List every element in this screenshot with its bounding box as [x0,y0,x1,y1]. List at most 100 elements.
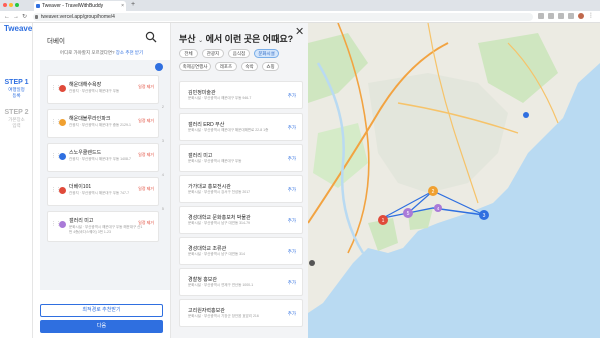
close-window-button[interactable] [3,3,7,7]
step-2[interactable]: STEP 2 가본장소 입력 [0,108,33,128]
add-place-button[interactable]: 추가 [288,187,296,193]
next-button[interactable]: 다음 [40,320,163,333]
chip-lodging[interactable]: 숙박 [241,62,258,71]
maximize-window-button[interactable] [15,3,19,7]
list-item[interactable]: 김민정미술관 문화시설 · 부산광역시 해운대구 우동 946-7 추가 [179,81,303,109]
chip-all[interactable]: 전체 [179,49,198,58]
add-place-button[interactable]: 추가 [288,249,296,255]
item-index: 2 [161,104,164,109]
remove-schedule-button[interactable]: 일정 제거 [138,152,154,158]
add-place-button[interactable]: 추가 [288,280,296,286]
step-label: 입력 [12,122,21,128]
app-root: Tweaver STEP 1 여행일정 등록 STEP 2 가본장소 입력 더베… [0,23,600,338]
list-item[interactable]: 고리원자력홍보관 문화시설 · 부산광역시 기장군 장안읍 효암리 216 추가 [179,299,303,327]
profile-avatar[interactable] [578,13,584,19]
add-place-button[interactable]: 추가 [288,93,296,99]
heading-suffix: 에서 이런 곳은 어때요? [205,34,294,44]
minimize-window-button[interactable] [9,3,13,7]
place-name: 경성대학교 문화홍보처 박물관 [188,215,251,221]
remove-schedule-button[interactable]: 일정 제거 [138,186,154,192]
map-marker-4[interactable]: 4 [434,204,442,212]
list-item[interactable]: ⋮⋮ 해운대해수욕장 관광지 · 부산광역시 해운대구 우동 일정 제거 [47,75,159,104]
reload-icon[interactable]: ↻ [22,13,27,21]
step-1[interactable]: STEP 1 여행일정 등록 [0,78,33,98]
extensions-icon[interactable] [558,13,564,19]
chip-restaurant[interactable]: 음식점 [228,49,250,58]
forward-icon[interactable]: → [13,13,19,21]
list-item[interactable]: 경찰청 홍보관 문화시설 · 부산광역시 연제구 연산동 1000-1 추가 [179,268,303,296]
search-icon[interactable] [145,31,157,43]
optimal-route-button[interactable]: 최적경로 추천받기 [40,304,163,317]
place-name: 갤러리 미고 [188,153,213,159]
chip-tourist-spot[interactable]: 관광지 [202,49,224,58]
current-location-icon[interactable] [523,112,529,118]
close-tab-icon[interactable]: × [121,1,124,11]
list-item[interactable]: 가가대교 홍보전시관 문화시설 · 부산광역시 강서구 천성동 2017 추가 [179,175,303,203]
place-address: 문화시설 · 부산광역시 기장군 장안읍 효암리 216 [188,314,259,318]
list-item[interactable]: 5 ⋮⋮ 갤러리 미고 문화시설 · 부산광역시 해운대구 우동 해운대구 산1… [47,206,164,242]
step-label: 등록 [12,92,21,98]
list-item[interactable]: 경성대학교 문화홍보처 박물관 문화시설 · 부산광역시 남구 대연동 314-… [179,206,303,234]
hint-text: 어디로 가야할지 모르겠다면? [59,50,116,55]
recommendation-heading: 부산 ⌄ 에서 이런 곳은 어때요? [179,32,293,45]
menu-icon[interactable]: ⋮ [588,13,594,19]
place-address: 문화시설 · 부산광역시 남구 대연동 314-79 [188,221,251,225]
compass-icon[interactable] [309,260,315,266]
add-place-button[interactable]: 추가 [288,218,296,224]
chip-shopping[interactable]: 쇼핑 [262,62,279,71]
place-address: 문화시설 · 부산광역시 해운대구 우동 [188,159,242,163]
place-marker-icon [59,119,66,126]
item-index: 5 [161,206,164,211]
url-field[interactable]: tweaver.vercel.app/group/home/4 [33,13,533,21]
place-name: 경찰청 홍보관 [188,277,217,283]
lock-icon [35,15,38,19]
chip-festival[interactable]: 축제공연행사 [179,62,211,71]
map-marker-1[interactable]: 1 [378,215,388,225]
close-icon[interactable]: ✕ [295,25,304,38]
recommend-hint: 어디로 가야할지 모르겠다면? 장소 추천 받기 [33,50,170,56]
bookmark-icon[interactable] [155,63,163,71]
add-place-button[interactable]: 추가 [288,311,296,317]
browser-tabbar: Tweaver - TravelWithBuddy × + [0,0,600,11]
place-address: 관광지 · 부산광역시 해운대구 우동 747-7 [69,191,130,195]
place-marker-icon [59,221,66,228]
chip-leisure[interactable]: 레포츠 [215,62,237,71]
step-number: STEP 1 [4,79,29,86]
add-place-button[interactable]: 추가 [288,125,296,131]
map-marker-2[interactable]: 2 [428,186,438,196]
place-address: 관광지 · 부산광역시 해운대구 우동 [69,89,120,93]
map-view[interactable]: 1 5 2 4 3 [308,23,600,338]
list-item[interactable]: 3 ⋮⋮ 스노우쿨렌드드 관광지 · 부산광역시 해운대구 우동 1408-7 … [47,138,164,172]
back-icon[interactable]: ← [4,13,10,21]
new-tab-button[interactable]: + [131,0,135,10]
list-item[interactable]: 경성대학교 조류관 문화시설 · 부산광역시 남구 대연동 314 추가 [179,237,303,265]
browser-tab[interactable]: Tweaver - TravelWithBuddy × [34,1,126,11]
map-canvas[interactable]: 1 5 2 4 3 [308,23,600,338]
place-name: 갤러리 미고 [69,218,94,224]
favicon-icon [36,4,40,8]
schedule-list: ⋮⋮ 해운대해수욕장 관광지 · 부산광역시 해운대구 우동 일정 제거 2 ⋮… [40,60,170,290]
map-marker-5[interactable]: 5 [403,208,413,218]
place-marker-icon [59,85,66,92]
marker-label: 3 [483,213,486,219]
sidebar-icon[interactable] [568,13,574,19]
list-item[interactable]: 2 ⋮⋮ 해운대블루라인파크 관광지 · 부산광역시 해운대구 중동 2129-… [47,104,164,138]
chevron-down-icon[interactable]: ⌄ [198,38,203,44]
browser-toolbar-icons: ⋮ [538,13,594,19]
place-address: 관광지 · 부산광역시 해운대구 우동 1408-7 [69,157,132,161]
share-icon[interactable] [538,13,544,19]
app-logo[interactable]: Tweaver [4,24,35,33]
remove-schedule-button[interactable]: 일정 제거 [138,84,154,90]
list-item[interactable]: 4 ⋮⋮ 더베이101 관광지 · 부산광역시 해운대구 우동 747-7 일정… [47,172,164,206]
remove-schedule-button[interactable]: 일정 제거 [138,220,154,226]
bookmark-star-icon[interactable] [548,13,554,19]
add-place-button[interactable]: 추가 [288,156,296,162]
remove-schedule-button[interactable]: 일정 제거 [138,118,154,124]
region-select[interactable]: 부산 [179,34,196,44]
place-name: 더베이101 [69,184,92,190]
map-marker-3[interactable]: 3 [479,210,489,220]
list-item[interactable]: 갤러리 미고 문화시설 · 부산광역시 해운대구 우동 추가 [179,144,303,172]
list-item[interactable]: 갤러리 ERD 부산 문화시설 · 부산광역시 해운대구 해운대해변로 22-8… [179,113,303,141]
chip-culture[interactable]: 문화시설 [254,49,279,58]
recommend-place-link[interactable]: 장소 추천 받기 [116,50,143,55]
